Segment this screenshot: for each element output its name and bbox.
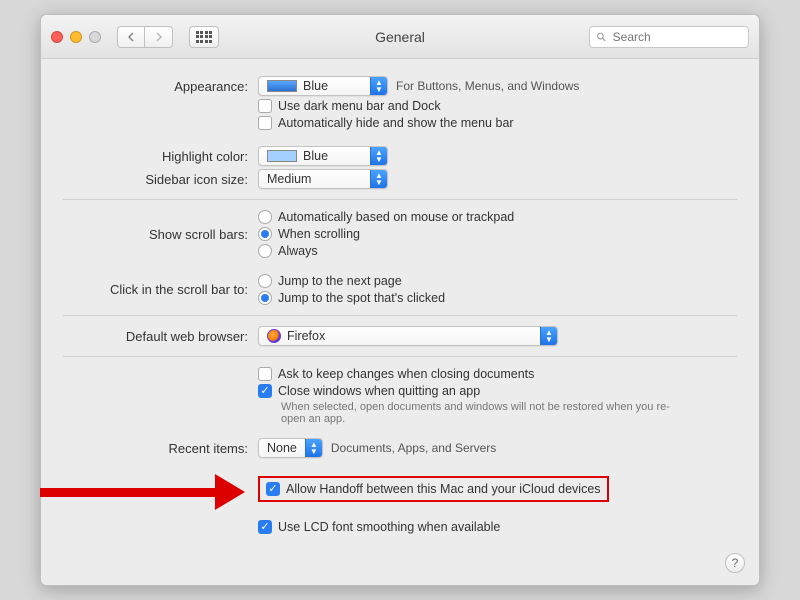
search-icon <box>596 31 607 43</box>
appearance-hint: For Buttons, Menus, and Windows <box>396 79 579 93</box>
recent-value: None <box>267 441 297 455</box>
divider <box>63 199 737 200</box>
recent-label: Recent items: <box>63 441 258 456</box>
search-field[interactable] <box>589 26 749 48</box>
dark-menu-label: Use dark menu bar and Dock <box>278 99 441 113</box>
forward-button[interactable] <box>145 26 173 48</box>
click-scroll-spot-label: Jump to the spot that's clicked <box>278 291 445 305</box>
chevron-up-down-icon: ▲▼ <box>305 439 322 457</box>
close-windows-label: Close windows when quitting an app <box>278 384 480 398</box>
firefox-icon <box>267 329 281 343</box>
appearance-popup[interactable]: Blue ▲▼ <box>258 76 388 96</box>
radio-icon <box>258 274 272 288</box>
scrollbars-auto-radio[interactable]: Automatically based on mouse or trackpad <box>258 210 514 224</box>
sidebar-size-value: Medium <box>267 172 311 186</box>
browser-label: Default web browser: <box>63 329 258 344</box>
radio-icon <box>258 244 272 258</box>
annotation-highlight: Allow Handoff between this Mac and your … <box>258 476 609 502</box>
ask-changes-label: Ask to keep changes when closing documen… <box>278 367 534 381</box>
browser-value: Firefox <box>287 329 325 343</box>
scrollbars-auto-label: Automatically based on mouse or trackpad <box>278 210 514 224</box>
chevron-up-down-icon: ▲▼ <box>540 327 557 345</box>
show-all-button[interactable] <box>189 26 219 48</box>
radio-icon <box>258 210 272 224</box>
divider <box>63 315 737 316</box>
search-input[interactable] <box>613 30 742 44</box>
nav-buttons <box>117 26 173 48</box>
traffic-lights <box>51 31 101 43</box>
highlight-popup[interactable]: Blue ▲▼ <box>258 146 388 166</box>
close-window-button[interactable] <box>51 31 63 43</box>
scrollbars-always-label: Always <box>278 244 318 258</box>
chevron-up-down-icon: ▲▼ <box>370 147 387 165</box>
checkbox-icon <box>258 367 272 381</box>
back-button[interactable] <box>117 26 145 48</box>
dark-menu-checkbox[interactable]: Use dark menu bar and Dock <box>258 99 441 113</box>
handoff-checkbox[interactable]: Allow Handoff between this Mac and your … <box>266 482 601 496</box>
checkbox-icon <box>266 482 280 496</box>
grid-icon <box>196 31 213 43</box>
click-scroll-next-label: Jump to the next page <box>278 274 402 288</box>
auto-hide-menu-checkbox[interactable]: Automatically hide and show the menu bar <box>258 116 514 130</box>
handoff-label: Allow Handoff between this Mac and your … <box>286 482 601 496</box>
click-scroll-spot-radio[interactable]: Jump to the spot that's clicked <box>258 291 445 305</box>
checkbox-icon <box>258 520 272 534</box>
close-windows-checkbox[interactable]: Close windows when quitting an app <box>258 384 480 398</box>
radio-icon <box>258 291 272 305</box>
recent-popup[interactable]: None ▲▼ <box>258 438 323 458</box>
divider <box>63 356 737 357</box>
zoom-window-button[interactable] <box>89 31 101 43</box>
browser-popup[interactable]: Firefox ▲▼ <box>258 326 558 346</box>
highlight-label: Highlight color: <box>63 149 258 164</box>
sidebar-size-popup[interactable]: Medium ▲▼ <box>258 169 388 189</box>
chevron-up-down-icon: ▲▼ <box>370 77 387 95</box>
radio-icon <box>258 227 272 241</box>
recent-after: Documents, Apps, and Servers <box>331 441 496 455</box>
help-button[interactable]: ? <box>725 553 745 573</box>
scrollbars-always-radio[interactable]: Always <box>258 244 318 258</box>
checkbox-icon <box>258 99 272 113</box>
scrollbars-scrolling-radio[interactable]: When scrolling <box>258 227 360 241</box>
click-scroll-next-radio[interactable]: Jump to the next page <box>258 274 402 288</box>
color-swatch-icon <box>267 80 297 92</box>
checkbox-icon <box>258 384 272 398</box>
appearance-label: Appearance: <box>63 79 258 94</box>
close-windows-helper: When selected, open documents and window… <box>281 401 681 425</box>
sidebar-label: Sidebar icon size: <box>63 172 258 187</box>
auto-hide-menu-label: Automatically hide and show the menu bar <box>278 116 514 130</box>
appearance-value: Blue <box>303 79 328 93</box>
scrollbars-scrolling-label: When scrolling <box>278 227 360 241</box>
scrollbars-label: Show scroll bars: <box>63 227 258 242</box>
click-scroll-label: Click in the scroll bar to: <box>63 282 258 297</box>
toolbar: General <box>41 15 759 59</box>
color-swatch-icon <box>267 150 297 162</box>
annotation-arrow-icon <box>40 474 245 510</box>
chevron-up-down-icon: ▲▼ <box>370 170 387 188</box>
checkbox-icon <box>258 116 272 130</box>
minimize-window-button[interactable] <box>70 31 82 43</box>
lcd-smoothing-checkbox[interactable]: Use LCD font smoothing when available <box>258 520 500 534</box>
ask-changes-checkbox[interactable]: Ask to keep changes when closing documen… <box>258 367 534 381</box>
lcd-smoothing-label: Use LCD font smoothing when available <box>278 520 500 534</box>
highlight-value: Blue <box>303 149 328 163</box>
